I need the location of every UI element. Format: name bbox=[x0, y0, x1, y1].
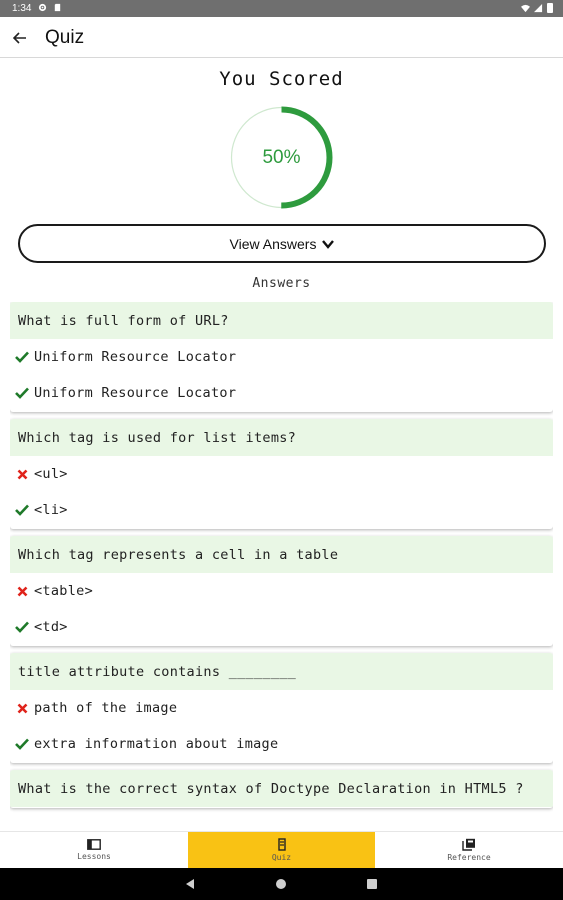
sd-card-icon bbox=[54, 3, 61, 12]
cross-icon bbox=[15, 467, 29, 481]
answer-text: <ul> bbox=[34, 466, 68, 482]
system-recents-button[interactable] bbox=[365, 877, 379, 891]
page-title: Quiz bbox=[45, 27, 85, 48]
square-recents-icon bbox=[367, 879, 377, 889]
question-text: Which tag represents a cell in a table bbox=[10, 536, 553, 573]
triangle-back-icon bbox=[186, 879, 194, 889]
answer-row: path of the image bbox=[10, 690, 553, 726]
arrow-left-icon bbox=[13, 32, 26, 44]
cross-icon bbox=[15, 584, 29, 598]
answer-text: extra information about image bbox=[34, 736, 279, 752]
view-answers-button[interactable]: View Answers bbox=[18, 224, 546, 263]
question-card: title attribute contains ________path of… bbox=[10, 653, 553, 763]
nav-label-quiz: Quiz bbox=[271, 853, 292, 862]
answer-text: path of the image bbox=[34, 700, 178, 716]
answer-text: <li> bbox=[34, 502, 68, 518]
signal-icon bbox=[534, 3, 543, 12]
question-card: Which tag is used for list items? <ul> <li… bbox=[10, 419, 553, 529]
nav-item-lessons[interactable]: Lessons bbox=[0, 832, 188, 868]
answers-heading: Answers bbox=[252, 276, 311, 291]
answer-text: Uniform Resource Locator bbox=[34, 349, 237, 365]
question-text: title attribute contains ________ bbox=[10, 653, 553, 690]
nav-item-quiz[interactable]: Quiz bbox=[188, 832, 375, 868]
status-bar: 1:34 bbox=[0, 0, 563, 17]
check-icon bbox=[15, 737, 29, 751]
answer-text: <table> bbox=[34, 583, 93, 599]
answer-row: <td> bbox=[10, 609, 553, 645]
settings-icon bbox=[38, 3, 47, 12]
question-text: What is full form of URL? bbox=[10, 302, 553, 339]
answer-text: Uniform Resource Locator bbox=[34, 385, 237, 401]
status-time: 1:34 bbox=[12, 3, 32, 14]
book-icon bbox=[87, 839, 101, 850]
nav-item-reference[interactable]: Reference bbox=[375, 832, 563, 868]
question-text: Which tag is used for list items? bbox=[10, 419, 553, 456]
chevron-down-icon bbox=[322, 239, 335, 249]
answer-row: Uniform Resource Locator bbox=[10, 375, 553, 411]
system-back-button[interactable] bbox=[183, 877, 197, 891]
question-list[interactable]: What is full form of URL? Uniform Resourc… bbox=[10, 302, 553, 824]
app-bar: Quiz bbox=[0, 17, 563, 58]
cross-icon bbox=[15, 701, 29, 715]
answer-row: extra information about image bbox=[10, 726, 553, 762]
quiz-icon bbox=[277, 838, 286, 851]
battery-icon bbox=[547, 3, 553, 13]
answer-row: <ul> bbox=[10, 456, 553, 492]
answer-row: <li> bbox=[10, 492, 553, 528]
answer-row: Uniform Resource Locator bbox=[10, 339, 553, 375]
bottom-nav: Lessons Quiz Reference bbox=[0, 831, 563, 868]
score-percent: 50% bbox=[262, 146, 301, 168]
question-card: What is the correct syntax of Doctype De… bbox=[10, 770, 553, 808]
nav-label-lessons: Lessons bbox=[77, 852, 111, 861]
check-icon bbox=[15, 386, 29, 400]
back-button[interactable] bbox=[9, 27, 31, 49]
wifi-icon bbox=[521, 4, 530, 12]
check-icon bbox=[15, 620, 29, 634]
question-card: What is full form of URL? Uniform Resourc… bbox=[10, 302, 553, 412]
system-nav-bar bbox=[0, 868, 563, 900]
circle-home-icon bbox=[276, 879, 286, 889]
answer-text: <td> bbox=[34, 619, 68, 635]
system-home-button[interactable] bbox=[274, 877, 288, 891]
check-icon bbox=[15, 503, 29, 517]
question-card: Which tag represents a cell in a table <t… bbox=[10, 536, 553, 646]
view-answers-label: View Answers bbox=[229, 235, 317, 252]
check-icon bbox=[15, 350, 29, 364]
library-icon bbox=[462, 838, 475, 851]
question-text: What is the correct syntax of Doctype De… bbox=[10, 770, 553, 807]
nav-label-reference: Reference bbox=[447, 853, 491, 862]
score-heading: You Scored bbox=[219, 68, 344, 90]
answer-row: <table> bbox=[10, 573, 553, 609]
